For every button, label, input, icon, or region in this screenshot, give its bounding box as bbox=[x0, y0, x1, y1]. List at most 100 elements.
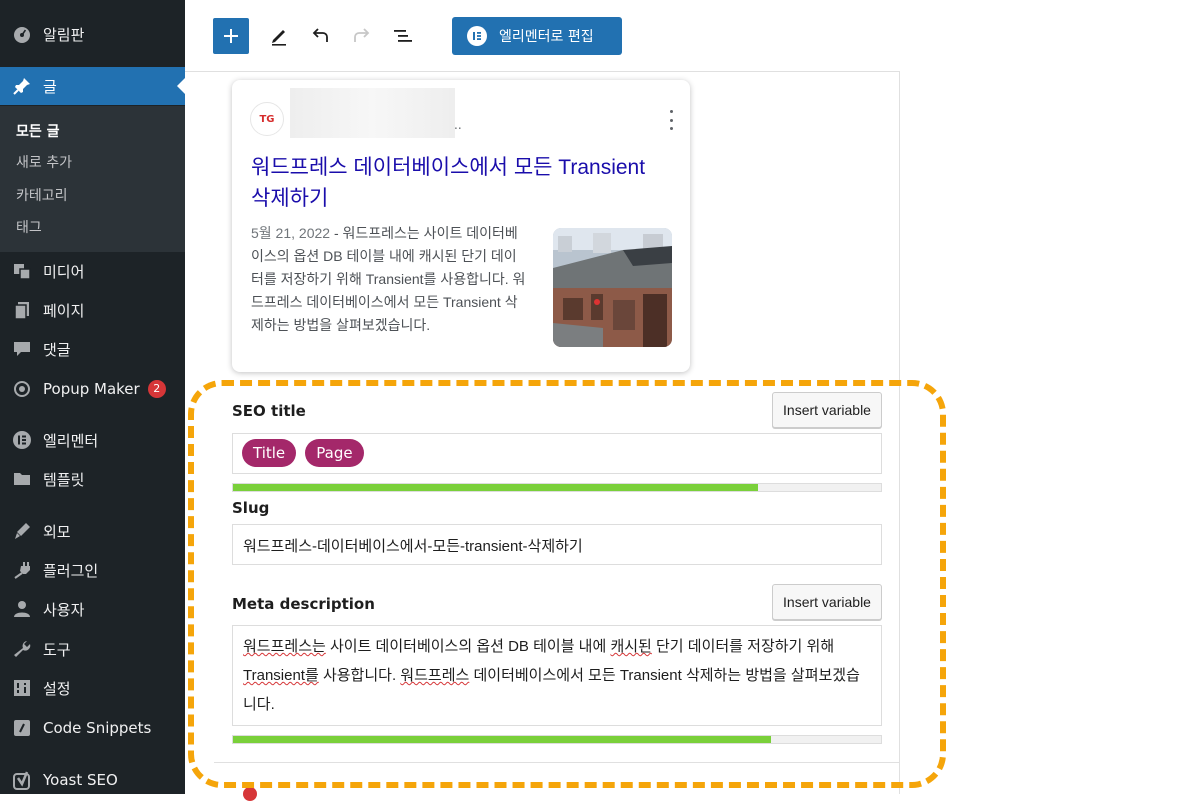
insert-variable-button-meta[interactable]: Insert variable bbox=[772, 584, 882, 620]
sidebar-item-label: 글 bbox=[43, 77, 57, 96]
undo-icon bbox=[312, 28, 328, 42]
admin-sidebar: 알림판 글 모든 글 새로 추가 카테고리 태그 미디어 페이지 댓글 Popu… bbox=[0, 0, 185, 794]
sidebar-item-label: 사용자 bbox=[43, 600, 85, 619]
seo-title-label: SEO title bbox=[232, 402, 306, 420]
sidebar-item-label: 알림판 bbox=[43, 25, 85, 44]
slug-value: 워드프레스-데이터베이스에서-모든-transient-삭제하기 bbox=[243, 538, 583, 555]
preview-thumbnail bbox=[553, 228, 672, 347]
pushpin-icon bbox=[12, 76, 32, 96]
submenu-all-posts[interactable]: 모든 글 bbox=[16, 121, 60, 141]
pages-icon bbox=[12, 300, 32, 320]
site-url-blurred bbox=[290, 88, 455, 138]
edit-with-elementor-button[interactable]: 엘리멘터로 편집 bbox=[452, 17, 622, 55]
preview-date: 5월 21, 2022 bbox=[251, 225, 331, 241]
preview-description-text: 워드프레스는 사이트 데이터베이스의 옵션 DB 테이블 내에 캐시된 단기 데… bbox=[251, 225, 526, 333]
list-view-icon bbox=[394, 30, 412, 42]
meta-description-text: 워드프레스는 사이트 데이터베이스의 옵션 DB 테이블 내에 캐시된 단기 데… bbox=[233, 626, 881, 725]
dashboard-icon bbox=[12, 24, 32, 44]
code-icon bbox=[12, 718, 32, 738]
sidebar-item-label: 페이지 bbox=[43, 301, 85, 320]
sidebar-item-label: 엘리멘터 bbox=[43, 431, 99, 450]
sidebar-item-label: 도구 bbox=[43, 640, 71, 659]
settings-panel bbox=[899, 71, 1194, 794]
notification-badge: 2 bbox=[147, 380, 166, 398]
sidebar-item-label: Yoast SEO bbox=[43, 771, 118, 789]
sidebar-item-label: 외모 bbox=[43, 522, 71, 541]
media-icon bbox=[12, 261, 32, 281]
sidebar-item-appearance[interactable]: 외모 bbox=[0, 512, 185, 550]
sidebar-item-code-snippets[interactable]: Code Snippets bbox=[0, 709, 185, 747]
insert-variable-button-title[interactable]: Insert variable bbox=[772, 392, 882, 428]
document-overview-button[interactable] bbox=[385, 18, 421, 54]
folder-icon bbox=[12, 469, 32, 489]
meta-description-label: Meta description bbox=[232, 595, 375, 613]
yoast-icon bbox=[12, 770, 32, 790]
settings-icon bbox=[12, 678, 32, 698]
undo-button[interactable] bbox=[302, 18, 338, 54]
pencil-icon bbox=[272, 30, 286, 46]
comments-icon bbox=[12, 339, 32, 359]
redo-button[interactable] bbox=[344, 18, 380, 54]
sidebar-item-label: Popup Maker bbox=[43, 380, 140, 398]
meta-text-segment: 사용합니다. bbox=[318, 667, 401, 684]
sidebar-item-settings[interactable]: 설정 bbox=[0, 669, 185, 707]
sidebar-item-dashboard[interactable]: 알림판 bbox=[0, 15, 185, 53]
sidebar-item-label: Code Snippets bbox=[43, 719, 152, 737]
more-options-icon[interactable] bbox=[666, 110, 676, 130]
meta-description-input[interactable]: 워드프레스는 사이트 데이터베이스의 옵션 DB 테이블 내에 캐시된 단기 데… bbox=[232, 625, 882, 726]
sidebar-item-popup-maker[interactable]: Popup Maker 2 bbox=[0, 370, 185, 408]
meta-text-segment: 단기 데이터를 저장하기 위해 bbox=[651, 638, 835, 655]
submenu-add-new[interactable]: 새로 추가 bbox=[16, 152, 72, 172]
elementor-button-label: 엘리멘터로 편집 bbox=[499, 29, 594, 45]
seo-title-pills: Title Page bbox=[233, 434, 881, 472]
sidebar-item-label: 설정 bbox=[43, 679, 71, 698]
elementor-icon bbox=[467, 26, 487, 46]
sidebar-item-yoast-seo[interactable]: Yoast SEO bbox=[0, 761, 185, 799]
sidebar-item-label: 댓글 bbox=[43, 340, 71, 359]
posts-submenu: 모든 글 새로 추가 카테고리 태그 bbox=[0, 106, 185, 252]
seo-title-progress bbox=[232, 483, 882, 492]
site-favicon: TG bbox=[250, 102, 284, 136]
seo-title-progress-fill bbox=[233, 484, 758, 491]
preview-description: 5월 21, 2022 - 워드프레스는 사이트 데이터베이스의 옵션 DB 테… bbox=[251, 222, 529, 337]
site-url-ellipsis: .. bbox=[454, 118, 462, 132]
spellcheck-word: Transient를 bbox=[243, 667, 319, 684]
sidebar-item-elementor[interactable]: 엘리멘터 bbox=[0, 421, 185, 459]
add-block-button[interactable] bbox=[213, 18, 249, 54]
slug-label: Slug bbox=[232, 499, 270, 517]
sidebar-item-label: 플러그인 bbox=[43, 561, 99, 580]
submenu-tags[interactable]: 태그 bbox=[16, 217, 42, 237]
submenu-categories[interactable]: 카테고리 bbox=[16, 185, 68, 205]
seo-title-input[interactable]: Title Page bbox=[232, 433, 882, 474]
plugins-icon bbox=[12, 560, 32, 580]
users-icon bbox=[12, 599, 32, 619]
sidebar-item-pages[interactable]: 페이지 bbox=[0, 291, 185, 329]
meta-text-segment: 사이트 데이터베이스의 옵션 DB 테이블 내에 bbox=[325, 638, 611, 655]
sidebar-item-label: 템플릿 bbox=[43, 470, 85, 489]
section-divider bbox=[214, 762, 900, 763]
appearance-icon bbox=[12, 521, 32, 541]
tools-button[interactable] bbox=[261, 18, 297, 54]
status-dot-icon bbox=[243, 787, 257, 801]
sidebar-item-users[interactable]: 사용자 bbox=[0, 590, 185, 628]
sidebar-item-label: 미디어 bbox=[43, 262, 85, 281]
variable-pill-title[interactable]: Title bbox=[242, 439, 297, 467]
meta-description-progress bbox=[232, 735, 882, 744]
variable-pill-page[interactable]: Page bbox=[305, 439, 364, 467]
preview-title[interactable]: 워드프레스 데이터베이스에서 모든 Transient 삭제하기 bbox=[251, 152, 651, 214]
popup-maker-icon bbox=[12, 379, 32, 399]
editor-toolbar: 엘리멘터로 편집 bbox=[185, 0, 1194, 72]
favicon-text: TG bbox=[259, 113, 275, 125]
sidebar-item-comments[interactable]: 댓글 bbox=[0, 330, 185, 368]
spellcheck-word: 워드프레스 bbox=[400, 667, 470, 684]
elementor-icon bbox=[12, 430, 32, 450]
sidebar-item-templates[interactable]: 템플릿 bbox=[0, 460, 185, 498]
slug-input[interactable]: 워드프레스-데이터베이스에서-모든-transient-삭제하기 bbox=[232, 524, 882, 565]
sidebar-item-posts[interactable]: 글 bbox=[0, 67, 185, 105]
sidebar-item-tools[interactable]: 도구 bbox=[0, 630, 185, 668]
preview-separator: - bbox=[330, 225, 343, 241]
google-preview-card: TG .. 워드프레스 데이터베이스에서 모든 Transient 삭제하기 5… bbox=[232, 80, 690, 372]
sidebar-item-plugins[interactable]: 플러그인 bbox=[0, 551, 185, 589]
spellcheck-word: 워드프레스는 bbox=[243, 638, 326, 655]
sidebar-item-media[interactable]: 미디어 bbox=[0, 252, 185, 290]
